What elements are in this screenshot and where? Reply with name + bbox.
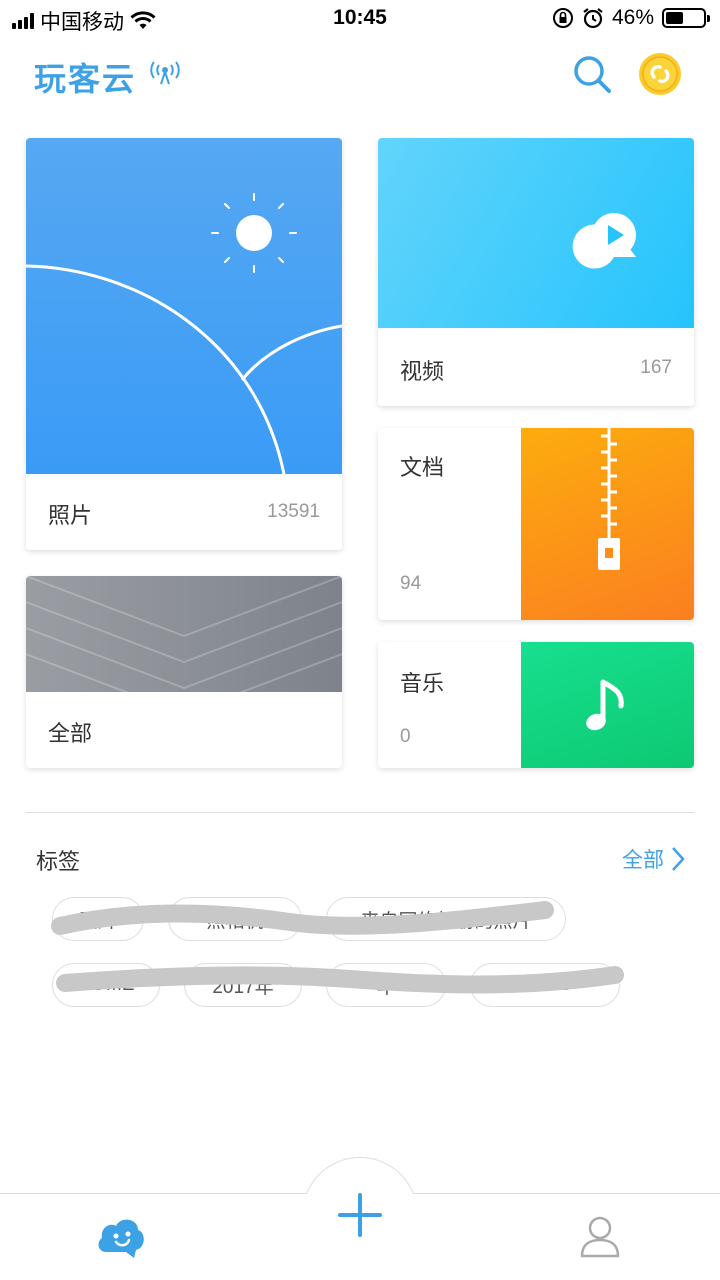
tag-chip[interactable]: 来自网络相册的照片 xyxy=(326,897,566,941)
home-icon[interactable] xyxy=(94,1212,146,1258)
section-divider xyxy=(26,812,694,813)
tag-label: HOME xyxy=(77,974,135,995)
tag-chip[interactable]: 年 xyxy=(326,963,446,1007)
chevron-pattern-icon xyxy=(26,576,342,716)
tag-label: 12345 xyxy=(518,974,572,995)
music-count: 0 xyxy=(400,726,411,747)
search-icon[interactable] xyxy=(570,52,614,96)
tag-chip[interactable]: 图片 xyxy=(52,897,144,941)
coin-icon[interactable] xyxy=(638,52,682,96)
signal-tower-icon xyxy=(150,61,180,85)
tags-all-link[interactable]: 全部 xyxy=(622,844,686,874)
sun-hills-icon xyxy=(26,193,342,475)
tag-chip[interactable]: 照相机 xyxy=(168,897,302,941)
tag-chip[interactable]: 12345 xyxy=(470,963,620,1007)
profile-icon[interactable] xyxy=(580,1216,620,1258)
all-files-illustration xyxy=(26,576,342,716)
video-illustration xyxy=(378,138,694,328)
music-illustration xyxy=(521,642,694,768)
rotation-lock-icon xyxy=(552,8,573,28)
tag-chip[interactable]: HOME xyxy=(52,963,160,1007)
music-note-icon xyxy=(586,679,624,731)
docs-count: 94 xyxy=(400,573,422,594)
video-count: 167 xyxy=(640,357,672,378)
battery-icon xyxy=(662,8,710,28)
music-title: 音乐 xyxy=(400,671,445,696)
status-bar: 中国移动 10:45 46% xyxy=(0,0,720,36)
app-logo: 玩客云 xyxy=(34,61,137,97)
photos-count: 13591 xyxy=(267,501,320,522)
docs-illustration xyxy=(521,428,694,620)
video-card[interactable]: 视频 167 xyxy=(378,138,694,406)
photos-title: 照片 xyxy=(48,503,93,528)
chevron-right-icon xyxy=(672,847,685,871)
play-bubble-icon xyxy=(572,213,636,269)
all-files-card[interactable]: 全部 xyxy=(26,576,342,768)
tag-label: 照相机 xyxy=(206,910,264,932)
tags-all-label: 全部 xyxy=(622,849,664,872)
photos-illustration xyxy=(26,138,342,475)
tags-title: 标签 xyxy=(36,849,81,874)
tag-label: 2017年 xyxy=(212,976,274,998)
battery-percent: 46% xyxy=(611,6,654,29)
status-right: 46% xyxy=(552,6,710,30)
tag-chip[interactable]: 2017年 xyxy=(184,963,302,1007)
all-files-title: 全部 xyxy=(48,721,93,746)
video-title: 视频 xyxy=(400,359,445,384)
battery-fill xyxy=(666,12,683,24)
docs-card[interactable]: 文档 94 xyxy=(378,428,694,620)
app-header: 玩客云 xyxy=(0,36,720,116)
alarm-icon xyxy=(583,8,603,29)
tag-label: 年 xyxy=(376,976,396,998)
music-card[interactable]: 音乐 0 xyxy=(378,642,694,768)
add-icon[interactable] xyxy=(336,1191,384,1239)
tag-label: 来自网络相册的照片 xyxy=(360,910,532,932)
zipper-icon xyxy=(598,428,620,570)
docs-title: 文档 xyxy=(400,455,445,480)
photos-card[interactable]: 照片 13591 xyxy=(26,138,342,550)
tag-label: 图片 xyxy=(78,910,117,932)
